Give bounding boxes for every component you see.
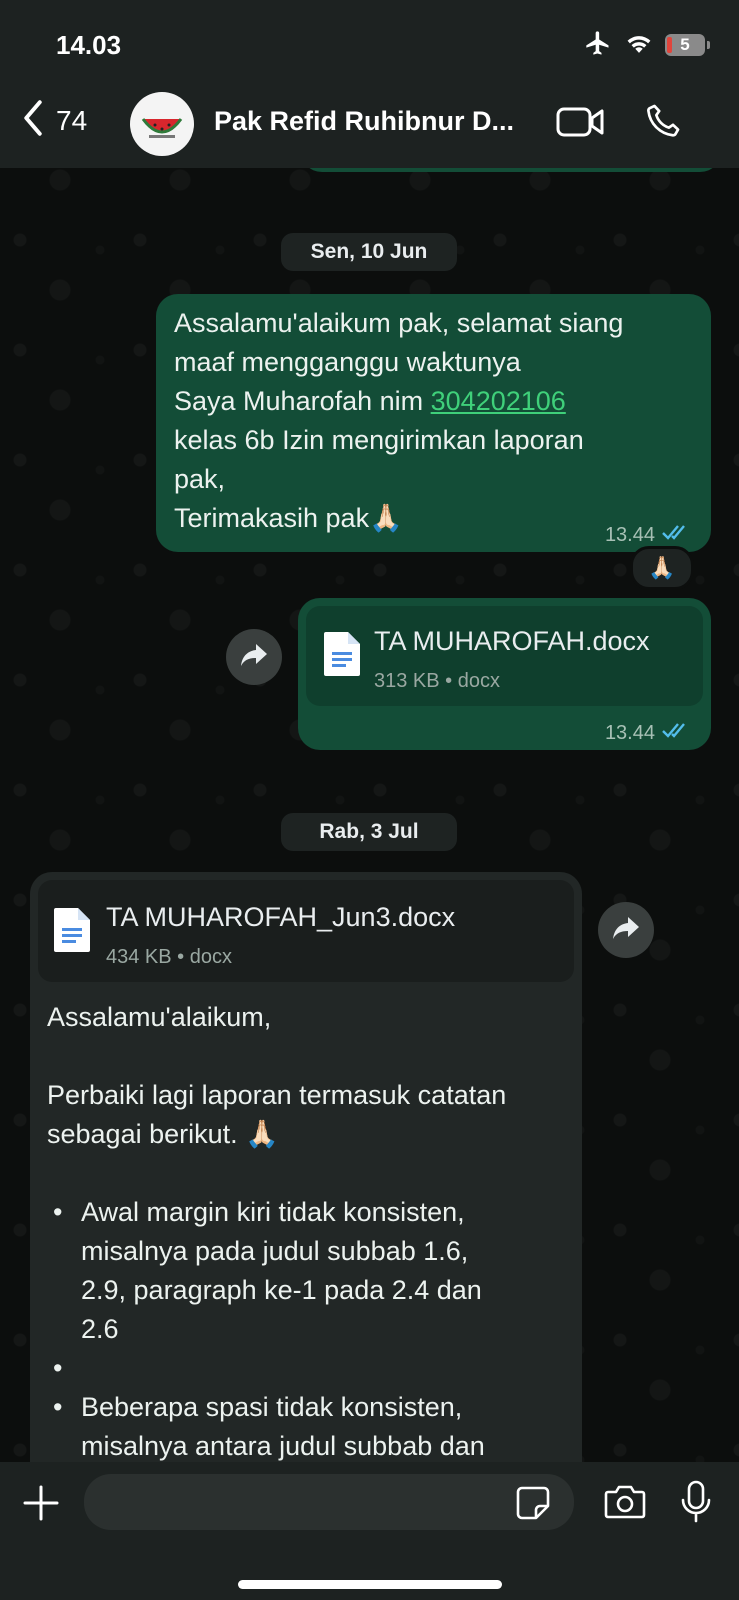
- document-meta: 313 KB • docx: [374, 670, 500, 692]
- document-card[interactable]: TA MUHAROFAH_Jun3.docx 434 KB • docx: [38, 880, 574, 982]
- status-time: 14.03: [56, 30, 122, 60]
- message-text: kelas 6b Izin mengirimkan laporan: [174, 425, 584, 455]
- unread-count: 74: [56, 104, 88, 136]
- forward-arrow-icon: [612, 915, 640, 946]
- forward-button[interactable]: [226, 629, 282, 685]
- chat-header: 14.03 5 74 Pak Refid Ruhibnur D...: [0, 0, 739, 168]
- message-meta: 13.44: [605, 714, 691, 753]
- camera-icon[interactable]: [604, 1484, 646, 1525]
- date-separator: Sen, 10 Jun: [281, 233, 457, 271]
- outgoing-document-message[interactable]: TA MUHAROFAH.docx 313 KB • docx 13.44: [298, 598, 711, 750]
- message-text: Assalamu'alaikum pak, selamat siang: [174, 308, 624, 338]
- sticker-icon[interactable]: [516, 1486, 550, 1525]
- message-text: Saya Muharofah nim: [174, 386, 431, 416]
- nim-phone-link[interactable]: 304202106: [431, 386, 566, 416]
- contact-avatar[interactable]: [130, 92, 194, 156]
- back-button[interactable]: 74: [20, 100, 87, 141]
- video-call-icon[interactable]: [556, 106, 604, 143]
- document-meta: 434 KB • docx: [106, 946, 232, 968]
- battery-indicator: 5: [665, 34, 710, 56]
- plus-icon[interactable]: [22, 1484, 60, 1527]
- message-text: pak,: [174, 464, 226, 494]
- wifi-icon: [625, 32, 653, 59]
- outgoing-text-message[interactable]: Assalamu'alaikum pak, selamat siang maaf…: [156, 294, 711, 552]
- document-icon: [52, 906, 92, 965]
- message-text: Perbaiki lagi laporan termasuk catatan: [47, 1080, 507, 1110]
- document-icon: [322, 630, 362, 689]
- list-item: Beberapa spasi tidak konsisten, misalnya…: [47, 1388, 577, 1466]
- message-text: Terimakasih pak🙏🏻: [174, 503, 403, 533]
- microphone-icon[interactable]: [680, 1480, 712, 1529]
- message-text: sebagai berikut. 🙏🏻: [47, 1119, 279, 1149]
- message-reaction[interactable]: 🙏🏻: [630, 546, 694, 590]
- list-item: Awal margin kiri tidak konsisten, misaln…: [47, 1193, 577, 1349]
- chevron-left-icon: [20, 100, 46, 141]
- phone-call-icon[interactable]: [644, 102, 682, 145]
- document-name: TA MUHAROFAH_Jun3.docx: [106, 902, 456, 932]
- date-separator: Rab, 3 Jul: [281, 813, 457, 851]
- message-composer: [0, 1462, 739, 1600]
- message-input[interactable]: [84, 1474, 574, 1530]
- double-check-read-icon: [661, 714, 691, 753]
- forward-arrow-icon: [240, 642, 268, 673]
- message-body: Assalamu'alaikum, Perbaiki lagi laporan …: [47, 998, 577, 1466]
- forward-button[interactable]: [598, 902, 654, 958]
- airplane-mode-icon: [583, 29, 613, 62]
- incoming-document-message[interactable]: TA MUHAROFAH_Jun3.docx 434 KB • docx Ass…: [30, 872, 582, 1512]
- message-text: Assalamu'alaikum,: [47, 1002, 272, 1032]
- contact-name[interactable]: Pak Refid Ruhibnur D...: [214, 106, 514, 137]
- feedback-list: Awal margin kiri tidak konsisten, misaln…: [47, 1193, 577, 1466]
- message-text: maaf mengganggu waktunya: [174, 347, 521, 377]
- home-indicator: [238, 1580, 502, 1589]
- status-icons: 5: [583, 29, 710, 62]
- document-card[interactable]: TA MUHAROFAH.docx 313 KB • docx: [306, 606, 703, 706]
- document-name: TA MUHAROFAH.docx: [374, 626, 650, 656]
- watermelon-logo-icon: [141, 118, 183, 138]
- message-time: 13.44: [604, 722, 655, 744]
